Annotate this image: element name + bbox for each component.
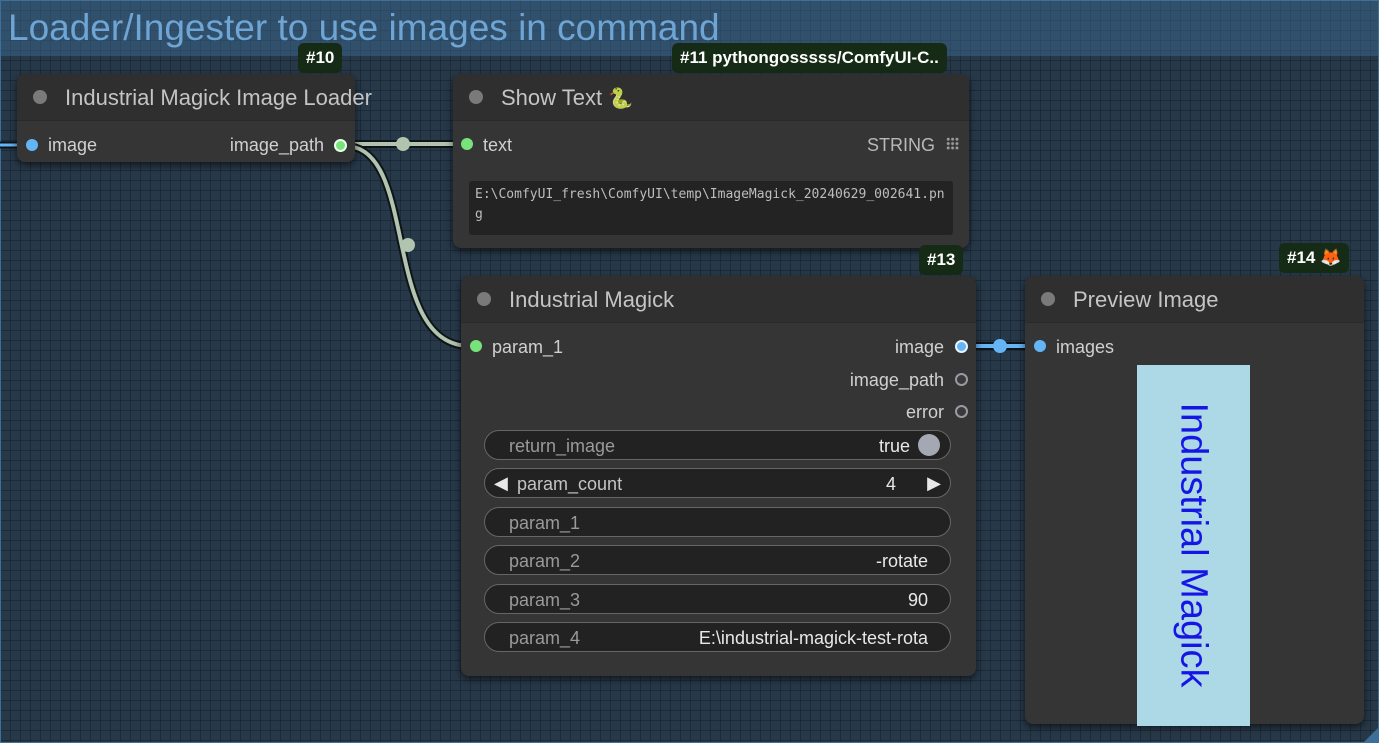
node-title-label: Show Text bbox=[501, 85, 603, 110]
group-title: Loader/Ingester to use images in command bbox=[8, 7, 720, 48]
increment-arrow-icon[interactable]: ▶ bbox=[927, 473, 941, 494]
node-preview-image[interactable]: Preview Image images Industrial Magick bbox=[1025, 276, 1364, 726]
collapse-dot[interactable] bbox=[477, 292, 491, 306]
node-industrial-magick[interactable]: Industrial Magick param_1 image image_pa… bbox=[461, 276, 976, 676]
output-slot-image-dot[interactable] bbox=[955, 340, 968, 353]
node-id-badge-13: #13 bbox=[919, 245, 964, 275]
return-image-toggle[interactable]: return_image true bbox=[484, 430, 951, 460]
input-slot-images-dot[interactable] bbox=[1034, 340, 1046, 352]
node-title: Industrial Magick Image Loader bbox=[65, 85, 372, 110]
widget-label: param_4 bbox=[509, 628, 581, 648]
node-id-badge-10: #10 bbox=[298, 43, 343, 73]
badge-label: #14 bbox=[1287, 248, 1316, 267]
input-slot-text-dot[interactable] bbox=[461, 138, 473, 150]
node-title-bar[interactable]: Industrial Magick bbox=[461, 276, 976, 323]
output-slot-image-path-label: image_path bbox=[849, 370, 944, 390]
node-title-bar[interactable]: Show Text 🐍 bbox=[453, 74, 969, 121]
output-slot-image-path-dot[interactable] bbox=[955, 373, 968, 386]
output-slot-string-label: STRING bbox=[866, 135, 935, 155]
widget-label: param_1 bbox=[509, 513, 581, 533]
widget-value: -rotate bbox=[875, 551, 928, 571]
node-title: Preview Image bbox=[1073, 287, 1219, 312]
param-4-field[interactable]: param_4 E:\industrial-magick-test-rota bbox=[484, 622, 951, 652]
output-slot-error-label: error bbox=[905, 402, 944, 422]
preview-image[interactable]: Industrial Magick bbox=[1137, 365, 1250, 726]
snake-icon: 🐍 bbox=[608, 88, 634, 110]
input-slot-text-label: text bbox=[483, 135, 513, 155]
input-slot-image-dot[interactable] bbox=[26, 139, 38, 151]
param-count-stepper[interactable]: ◀ param_count 4 ▶ bbox=[484, 468, 951, 498]
node-show-text[interactable]: Show Text 🐍 text STRING E:\ComfyUI_fresh… bbox=[453, 74, 969, 248]
node-title-bar[interactable]: Industrial Magick Image Loader bbox=[17, 74, 372, 121]
output-slot-image-label: image bbox=[894, 337, 944, 357]
param-1-field[interactable]: param_1 bbox=[484, 507, 951, 537]
node-id-badge-14: #14 🦊 bbox=[1279, 243, 1350, 273]
collapse-dot[interactable] bbox=[1041, 292, 1055, 306]
node-title: Industrial Magick bbox=[509, 287, 675, 312]
widget-label: return_image bbox=[509, 436, 616, 456]
workflow-canvas[interactable]: Loader/Ingester to use images in command… bbox=[0, 0, 1379, 743]
widget-label: param_3 bbox=[509, 590, 581, 610]
toggle-knob[interactable] bbox=[918, 434, 940, 456]
widget-value: true bbox=[878, 436, 910, 456]
grid-icon[interactable] bbox=[946, 137, 959, 150]
input-slot-images-label: images bbox=[1056, 337, 1115, 357]
widget-value: 90 bbox=[907, 590, 928, 610]
input-slot-param1-label: param_1 bbox=[492, 337, 564, 357]
param-2-field[interactable]: param_2 -rotate bbox=[484, 545, 951, 575]
output-slot-error-dot[interactable] bbox=[955, 405, 968, 418]
collapse-dot[interactable] bbox=[469, 90, 483, 104]
node-title-bar[interactable]: Preview Image bbox=[1025, 276, 1364, 323]
node-image-loader[interactable]: Industrial Magick Image Loader image ima… bbox=[17, 74, 372, 162]
input-slot-image-label: image bbox=[48, 135, 98, 155]
preview-image-text: Industrial Magick bbox=[1172, 402, 1215, 688]
output-slot-image-path-dot[interactable] bbox=[334, 139, 347, 152]
node-id-badge-11: #11 pythongosssss/ComfyUI-C.. bbox=[672, 43, 947, 73]
widget-value: 4 bbox=[885, 474, 896, 494]
collapse-dot[interactable] bbox=[33, 90, 47, 104]
fox-icon: 🦊 bbox=[1320, 248, 1342, 267]
input-slot-param1-dot[interactable] bbox=[470, 340, 482, 352]
widget-value: E:\industrial-magick-test-rota bbox=[698, 628, 928, 648]
widget-label: param_2 bbox=[509, 551, 581, 571]
output-slot-image-path-label: image_path bbox=[229, 135, 324, 155]
node-title: Show Text 🐍 bbox=[501, 85, 633, 111]
group-resize-handle[interactable] bbox=[1364, 728, 1378, 742]
decrement-arrow-icon[interactable]: ◀ bbox=[494, 473, 508, 494]
widget-label: param_count bbox=[517, 474, 623, 494]
param-3-field[interactable]: param_3 90 bbox=[484, 584, 951, 614]
text-output-area[interactable]: E:\ComfyUI_fresh\ComfyUI\temp\ImageMagic… bbox=[469, 181, 953, 235]
